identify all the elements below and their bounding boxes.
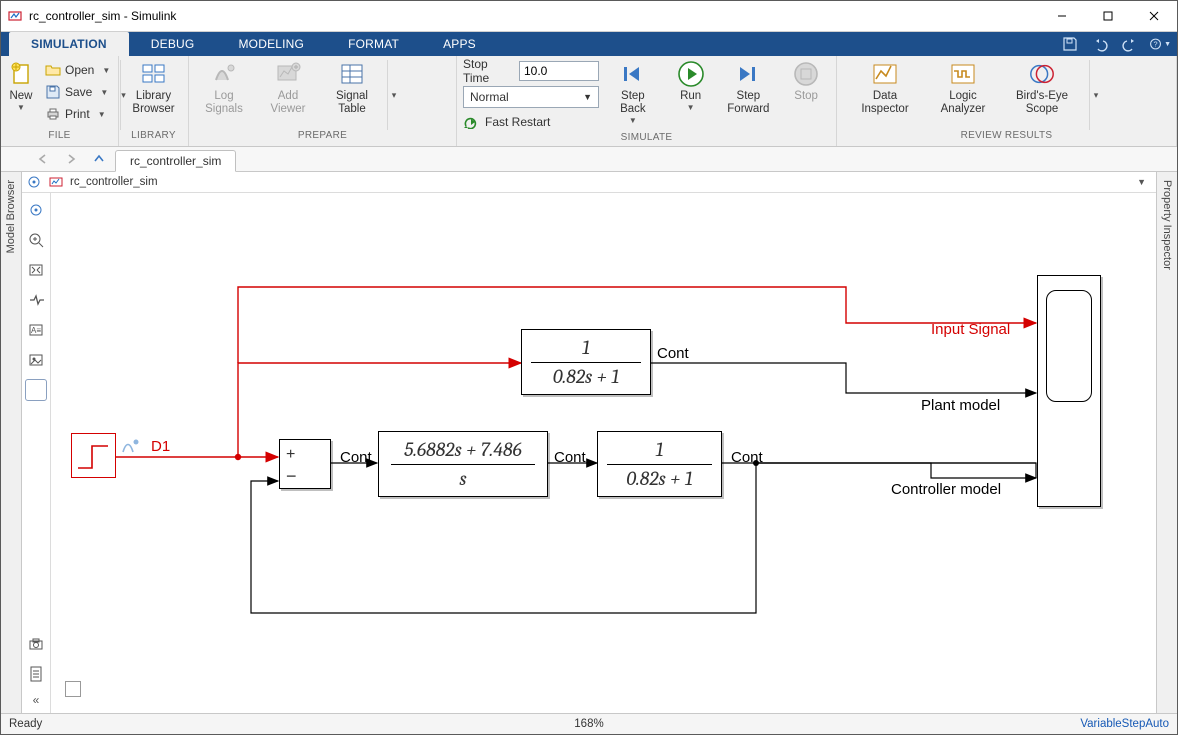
breadcrumb-model-icon[interactable] bbox=[48, 174, 64, 190]
qat-undo-icon[interactable] bbox=[1089, 34, 1111, 54]
signal-label-cont1: Cont bbox=[657, 345, 689, 362]
run-button[interactable]: Run▼ bbox=[667, 58, 715, 111]
log-signals-button[interactable]: Log Signals bbox=[195, 58, 253, 116]
palette-image-icon[interactable] bbox=[25, 349, 47, 371]
block-sum[interactable]: + − bbox=[279, 439, 331, 489]
block-tf-plant-bottom[interactable]: 10.82s + 1 bbox=[597, 431, 722, 497]
block-step[interactable] bbox=[71, 433, 116, 478]
step-back-button[interactable]: Step Back▼ bbox=[609, 58, 657, 124]
breadcrumb-bar: rc_controller_sim ▼ bbox=[22, 172, 1156, 193]
breadcrumb-dropdown[interactable]: ▼ bbox=[1137, 177, 1152, 187]
tab-debug[interactable]: DEBUG bbox=[129, 32, 217, 56]
print-button[interactable]: Print▼ bbox=[41, 104, 114, 124]
stop-button[interactable]: Stop bbox=[782, 58, 830, 103]
save-icon bbox=[45, 84, 61, 100]
palette-sample-time-icon[interactable] bbox=[25, 289, 47, 311]
folder-open-icon bbox=[45, 62, 61, 78]
palette-zoom-in-icon[interactable] bbox=[25, 229, 47, 251]
label-controller-model: Controller model bbox=[891, 481, 1001, 498]
window-title: rc_controller_sim - Simulink bbox=[29, 9, 176, 23]
status-zoom[interactable]: 168% bbox=[574, 718, 603, 730]
signal-label-cont3: Cont bbox=[554, 449, 586, 466]
close-button[interactable] bbox=[1131, 1, 1177, 31]
prepare-section-expand[interactable]: ▾ bbox=[387, 60, 400, 130]
add-viewer-button[interactable]: Add Viewer bbox=[259, 58, 317, 116]
qat-redo-icon[interactable] bbox=[1119, 34, 1141, 54]
tab-apps[interactable]: APPS bbox=[421, 32, 498, 56]
simulate-section-label: SIMULATE bbox=[463, 132, 830, 146]
nav-up-button[interactable] bbox=[87, 148, 111, 170]
maximize-button[interactable] bbox=[1085, 1, 1131, 31]
open-button[interactable]: Open▼ bbox=[41, 60, 114, 80]
tab-format[interactable]: FORMAT bbox=[326, 32, 421, 56]
status-solver[interactable]: VariableStepAuto bbox=[1080, 718, 1169, 730]
property-inspector-panel[interactable]: Property Inspector bbox=[1156, 172, 1177, 713]
palette-report-icon[interactable] bbox=[25, 663, 47, 685]
breadcrumb-target-icon[interactable] bbox=[26, 174, 42, 190]
block-tf-controller[interactable]: 5.6882s + 7.486s bbox=[378, 431, 548, 497]
block-scope[interactable] bbox=[1037, 275, 1101, 507]
label-input-signal: Input Signal bbox=[931, 321, 1010, 338]
save-button[interactable]: Save▼ bbox=[41, 82, 114, 102]
canvas-palette: A≡ « bbox=[22, 193, 51, 713]
tab-modeling[interactable]: MODELING bbox=[216, 32, 326, 56]
breadcrumb-name[interactable]: rc_controller_sim bbox=[70, 176, 158, 188]
logic-analyzer-button[interactable]: Logic Analyzer bbox=[931, 58, 995, 116]
library-section-label: LIBRARY bbox=[125, 130, 182, 146]
file-section-label: FILE bbox=[7, 130, 112, 146]
signal-log-badge-icon bbox=[121, 438, 141, 456]
label-plant-model: Plant model bbox=[921, 397, 1000, 414]
qat-save-icon[interactable] bbox=[1059, 34, 1081, 54]
svg-text:?: ? bbox=[1153, 39, 1157, 48]
review-section-expand[interactable]: ▾ bbox=[1089, 60, 1102, 130]
fast-restart-toggle[interactable]: Fast Restart bbox=[463, 112, 599, 132]
new-button[interactable]: New ▼ bbox=[7, 58, 35, 111]
print-icon bbox=[45, 106, 61, 122]
library-browser-button[interactable]: Library Browser bbox=[125, 58, 182, 116]
toolstrip-tabstrip: SIMULATION DEBUG MODELING FORMAT APPS ?▼ bbox=[1, 32, 1177, 56]
model-tab[interactable]: rc_controller_sim bbox=[115, 150, 236, 172]
simulation-mode-select[interactable]: Normal▼ bbox=[463, 86, 599, 108]
palette-collapse-icon[interactable]: « bbox=[33, 693, 40, 707]
signal-table-button[interactable]: Signal Table bbox=[323, 58, 381, 116]
prepare-section-label: PREPARE bbox=[195, 130, 450, 146]
palette-fit-icon[interactable] bbox=[25, 199, 47, 221]
fast-restart-icon bbox=[463, 115, 479, 129]
block-tf-plant-top[interactable]: 10.82s + 1 bbox=[521, 329, 651, 395]
palette-annotation-icon[interactable]: A≡ bbox=[25, 319, 47, 341]
palette-fit-to-view-icon[interactable] bbox=[25, 259, 47, 281]
step-forward-button[interactable]: Step Forward bbox=[725, 58, 773, 116]
review-section-label: REVIEW RESULTS bbox=[843, 130, 1170, 146]
palette-screenshot-icon[interactable] bbox=[25, 633, 47, 655]
signal-name-d1[interactable]: D1 bbox=[151, 438, 170, 455]
data-inspector-button[interactable]: Data Inspector bbox=[853, 58, 917, 116]
status-ready: Ready bbox=[9, 718, 42, 730]
stop-time-label: Stop Time bbox=[463, 57, 513, 85]
model-canvas[interactable]: D1 + − 5.6882s + 7.486s Cont 10.82s + 1 bbox=[51, 193, 1156, 713]
titlebar: rc_controller_sim - Simulink bbox=[1, 1, 1177, 32]
nav-back-button[interactable] bbox=[31, 148, 55, 170]
model-browser-panel[interactable]: Model Browser bbox=[1, 172, 22, 713]
palette-area-icon[interactable] bbox=[25, 379, 47, 401]
stop-time-field[interactable] bbox=[519, 61, 599, 81]
svg-text:A≡: A≡ bbox=[31, 326, 41, 335]
minimize-button[interactable] bbox=[1039, 1, 1085, 31]
tab-simulation[interactable]: SIMULATION bbox=[9, 32, 129, 56]
explorer-bar: rc_controller_sim bbox=[1, 147, 1177, 172]
birdseye-scope-button[interactable]: Bird's-Eye Scope bbox=[1009, 58, 1075, 116]
signal-label-cont2: Cont bbox=[340, 449, 372, 466]
status-bar: Ready 168% VariableStepAuto bbox=[1, 713, 1177, 734]
qat-help-icon[interactable]: ?▼ bbox=[1149, 34, 1171, 54]
simulink-app-icon bbox=[7, 8, 23, 24]
signal-label-cont4: Cont bbox=[731, 449, 763, 466]
toolstrip: New ▼ Open▼ Save▼ Print▼ bbox=[1, 56, 1177, 147]
nav-forward-button[interactable] bbox=[59, 148, 83, 170]
